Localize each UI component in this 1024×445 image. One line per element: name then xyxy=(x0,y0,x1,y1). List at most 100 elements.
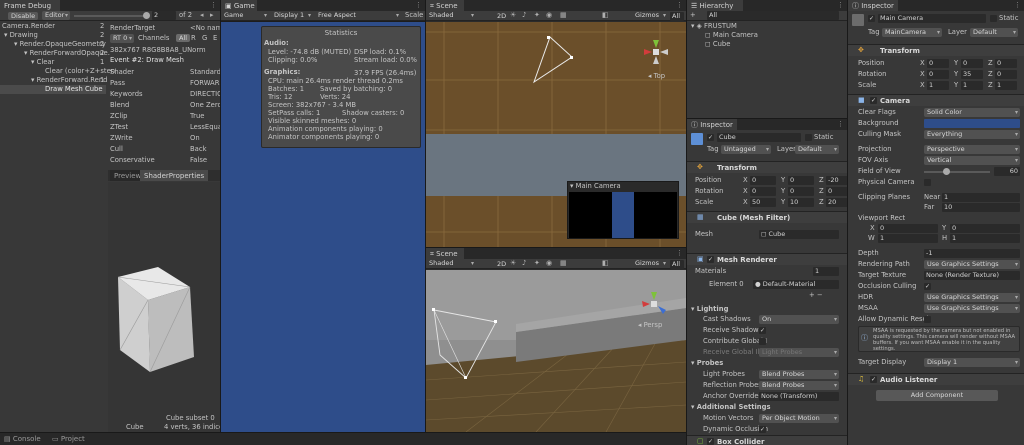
scene-persp-label[interactable]: ◂ Persp xyxy=(638,321,662,330)
transform-x-field[interactable]: 0 xyxy=(927,70,949,79)
tab-hierarchy[interactable]: ☰ Hierarchy xyxy=(687,0,743,11)
2d-toggle[interactable]: 2D xyxy=(494,12,510,20)
cube-static-checkbox[interactable] xyxy=(805,134,812,141)
panel-menu-icon[interactable]: ⋮ xyxy=(210,1,217,10)
camera-static-checkbox[interactable] xyxy=(990,15,997,22)
viewport-x-field[interactable]: 0 xyxy=(878,224,938,233)
near-field[interactable]: 1 xyxy=(942,193,1020,202)
tree-item[interactable]: ▾ Render.OpaqueGeometry xyxy=(14,40,106,49)
tab-shaderproperties[interactable]: ShaderProperties xyxy=(140,170,209,181)
cast-shadows-dropdown[interactable]: On xyxy=(759,315,839,324)
clear-flags-dropdown[interactable]: Solid Color xyxy=(924,108,1020,117)
disable-button[interactable]: Disable xyxy=(8,12,38,20)
camera-name-field[interactable]: Main Camera xyxy=(878,14,986,23)
transform-x-field[interactable]: 0 xyxy=(927,59,949,68)
channel-r-button[interactable]: R xyxy=(191,34,196,43)
tab-inspector-main[interactable]: ⓘ Inspector xyxy=(848,0,898,11)
target-texture-field[interactable]: None (Render Texture) xyxy=(924,271,1020,280)
reflection-probes-dropdown[interactable]: Blend Probes xyxy=(759,381,839,390)
gizmos-dropdown-2[interactable]: Gizmos xyxy=(632,259,668,268)
materials-count-field[interactable]: 1 xyxy=(813,267,839,276)
transform-z-field[interactable]: 0 xyxy=(995,70,1017,79)
mesh-field[interactable]: ◻ Cube xyxy=(759,230,839,239)
tab-console[interactable]: ▤ Console xyxy=(0,433,46,444)
panel-menu-icon[interactable]: ⋮ xyxy=(837,120,844,129)
main-transform-header[interactable]: ✥ Transform xyxy=(848,44,1024,56)
gizmos-dropdown[interactable]: Gizmos xyxy=(632,11,668,20)
tree-item[interactable]: Clear (color+Z+sten xyxy=(45,67,115,76)
panel-menu-icon[interactable]: ⋮ xyxy=(415,1,422,10)
scene-viewport-persp[interactable] xyxy=(426,270,686,432)
hidden-toggle-icon[interactable]: ◉ xyxy=(546,259,552,268)
mesh-filter-header[interactable]: ▦ Cube (Mesh Filter) xyxy=(687,211,847,223)
audio-listener-header[interactable]: ♫ ✓ Audio Listener xyxy=(848,373,1024,385)
fov-slider-handle[interactable] xyxy=(942,168,950,175)
cube-layer-dropdown[interactable]: Default xyxy=(795,145,839,154)
scale-label[interactable]: Scale xyxy=(405,11,423,20)
audio-listener-enabled-checkbox[interactable]: ✓ xyxy=(870,376,877,383)
fov-value-field[interactable]: 60 xyxy=(994,167,1020,176)
far-field[interactable]: 10 xyxy=(942,203,1020,212)
editor-dropdown[interactable]: Editor xyxy=(42,11,70,20)
projection-dropdown[interactable]: Perspective xyxy=(924,145,1020,154)
dynamic-resolution-checkbox[interactable] xyxy=(924,316,931,323)
camera-settings-icon[interactable]: ◧ xyxy=(602,11,609,20)
tab-frame-debug[interactable]: Frame Debug xyxy=(0,0,60,11)
dynamic-occlusion-checkbox[interactable]: ✓ xyxy=(759,426,766,433)
tree-item[interactable]: ▾ Drawing xyxy=(4,31,38,40)
camera-layer-dropdown[interactable]: Default xyxy=(970,28,1018,37)
contribute-gi-checkbox[interactable] xyxy=(759,338,766,345)
mesh-preview[interactable]: Cube subset 0 Cube 4 verts, 36 indices xyxy=(108,182,220,432)
culling-mask-dropdown[interactable]: Everything xyxy=(924,130,1020,139)
shaded-dropdown[interactable]: Shaded xyxy=(426,11,476,20)
rt-dropdown[interactable]: RT 0 xyxy=(110,34,134,43)
tab-project[interactable]: ▭ Project xyxy=(48,433,94,444)
grid-toggle-icon[interactable]: ▦ xyxy=(560,259,567,268)
transform-header[interactable]: ✥ Transform xyxy=(687,161,847,173)
rendering-path-dropdown[interactable]: Use Graphics Settings xyxy=(924,260,1020,269)
transform-x-field[interactable]: 1 xyxy=(927,81,949,90)
scene-orientation-label[interactable]: ◂ Top xyxy=(648,72,665,81)
lighting-toggle-icon[interactable]: ☀ xyxy=(510,11,516,20)
scene-search-input[interactable]: All xyxy=(670,12,684,21)
scene-search-input-2[interactable]: All xyxy=(670,260,684,269)
transform-x-field[interactable]: 50 xyxy=(750,198,776,207)
background-color-swatch[interactable] xyxy=(924,119,1020,128)
transform-y-field[interactable]: 1 xyxy=(961,81,983,90)
panel-menu-icon[interactable]: ⋮ xyxy=(676,249,683,258)
frame-prev-icon[interactable]: ◂ xyxy=(200,11,204,20)
transform-y-field[interactable]: 10 xyxy=(788,198,814,207)
lighting-foldout[interactable]: ▾ Lighting xyxy=(691,305,728,314)
tab-scene-2[interactable]: ⌗ Scene xyxy=(426,248,464,259)
receive-shadows-checkbox[interactable]: ✓ xyxy=(759,327,766,334)
target-display-dropdown[interactable]: Display 1 xyxy=(924,358,1020,367)
tab-game[interactable]: ▣ Game xyxy=(221,0,257,11)
lighting-toggle-icon[interactable]: ☀ xyxy=(510,259,516,268)
effects-toggle-icon[interactable]: ✦ xyxy=(534,259,540,268)
effects-toggle-icon[interactable]: ✦ xyxy=(534,11,540,20)
viewport-h-field[interactable]: 1 xyxy=(950,234,1020,243)
cube-tag-dropdown[interactable]: Untagged xyxy=(721,145,771,154)
fov-slider-track[interactable] xyxy=(924,171,990,173)
cube-name-field[interactable]: Cube xyxy=(717,133,801,142)
box-collider-header[interactable]: ▢ ✓ Box Collider xyxy=(687,435,847,445)
depth-field[interactable]: -1 xyxy=(924,249,1020,258)
transform-z-field[interactable]: 0 xyxy=(995,59,1017,68)
shaded-dropdown-2[interactable]: Shaded xyxy=(426,259,476,268)
aspect-dropdown[interactable]: Free Aspect xyxy=(315,11,401,20)
tree-item[interactable]: Draw Mesh Cube xyxy=(45,85,103,94)
fov-axis-dropdown[interactable]: Vertical xyxy=(924,156,1020,165)
frame-next-icon[interactable]: ▸ xyxy=(210,11,214,20)
hdr-dropdown[interactable]: Use Graphics Settings xyxy=(924,293,1020,302)
tree-item[interactable]: ▾ RenderForward.Rend xyxy=(31,76,108,85)
frame-slider-track[interactable] xyxy=(74,15,146,17)
grid-toggle-icon[interactable]: ▦ xyxy=(560,11,567,20)
channel-e-button[interactable]: E xyxy=(213,34,217,43)
display-dropdown[interactable]: Display 1 xyxy=(271,11,313,20)
tab-scene[interactable]: ⌗ Scene xyxy=(426,0,464,11)
msaa-dropdown[interactable]: Use Graphics Settings xyxy=(924,304,1020,313)
box-collider-enabled-checkbox[interactable]: ✓ xyxy=(707,438,714,445)
mesh-renderer-header[interactable]: ▣ ✓ Mesh Renderer xyxy=(687,253,847,265)
audio-toggle-icon[interactable]: ♪ xyxy=(522,259,526,268)
camera-component-header[interactable]: ■ ✓ Camera xyxy=(848,94,1024,106)
